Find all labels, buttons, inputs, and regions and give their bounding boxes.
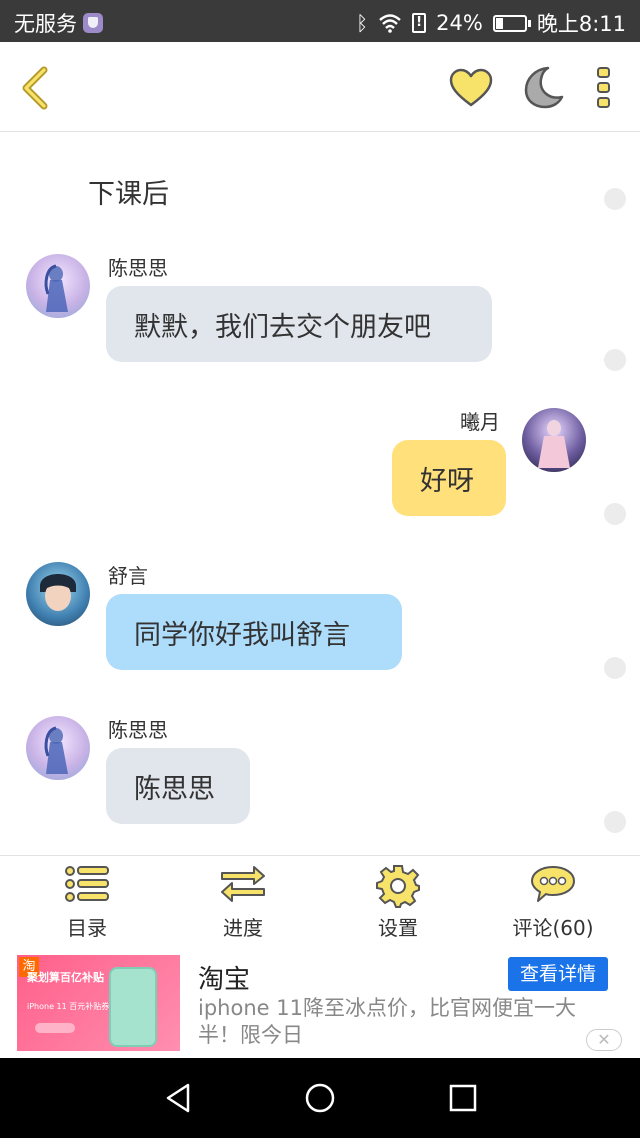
sender-name: 舒言 (108, 564, 148, 588)
nav-label: 目录 (67, 916, 107, 940)
avatar-figure-icon (40, 574, 76, 611)
avatar-figure-icon (44, 726, 68, 774)
comment-dot[interactable] (604, 349, 626, 371)
ad-banner[interactable]: 淘 聚划算百亿补贴 iPhone 11 百元补贴券 淘宝 iphone 11降至… (0, 945, 640, 1058)
chapter-title: 下课后 (88, 179, 169, 210)
ad-image-promo: 聚划算百亿补贴 (27, 971, 104, 984)
message-bubble[interactable]: 陈思思 (106, 748, 250, 824)
battery-icon (492, 14, 531, 32)
chat-area[interactable] (0, 133, 640, 855)
ad-image-sub: iPhone 11 百元补贴券 (27, 1002, 110, 1011)
swap-arrows-icon (221, 866, 265, 902)
system-nav-bar (0, 1058, 640, 1138)
vpn-shield-icon (83, 13, 103, 33)
moon-icon[interactable] (520, 64, 564, 110)
avatar-chen-sisi[interactable] (26, 716, 90, 780)
comment-icon (531, 866, 575, 902)
ad-image-pill (35, 1023, 75, 1033)
heart-icon[interactable] (448, 67, 494, 109)
reader-header (0, 42, 640, 132)
status-right: ᛒ ! 24% 晚上8:11 (356, 8, 626, 38)
carrier-label: 无服务 (14, 12, 77, 36)
status-left: 无服务 (14, 8, 103, 38)
wifi-icon (379, 14, 401, 33)
bluetooth-icon: ᛒ (356, 11, 369, 35)
comment-dot[interactable] (604, 188, 626, 210)
bottom-nav: 目录 进度 设置 评论(60) (0, 855, 640, 945)
status-bar: 无服务 ᛒ ! 24% 晚上8:11 (0, 0, 640, 42)
more-vertical-icon[interactable] (594, 66, 614, 110)
avatar-figure-icon (44, 264, 68, 312)
battery-percent: 24% (436, 11, 483, 35)
phone-image-icon (109, 967, 157, 1047)
avatar-figure-icon (538, 420, 570, 468)
nav-comments[interactable]: 评论(60) (473, 856, 633, 946)
ad-title[interactable]: 淘宝 (198, 959, 250, 996)
comment-dot[interactable] (604, 657, 626, 679)
gear-icon (376, 865, 420, 908)
message-bubble[interactable]: 默默，我们去交个朋友吧 (106, 286, 492, 362)
comment-dot[interactable] (604, 811, 626, 833)
avatar-xiyue[interactable] (522, 408, 586, 472)
nav-label: 进度 (223, 916, 263, 940)
avatar-chen-sisi[interactable] (26, 254, 90, 318)
alert-icon: ! (412, 13, 427, 33)
recents-square-icon[interactable] (448, 1083, 478, 1113)
message-bubble[interactable]: 同学你好我叫舒言 (106, 594, 402, 670)
nav-label: 评论(60) (512, 916, 594, 940)
nav-label: 设置 (378, 916, 418, 940)
avatar-shu-yan[interactable] (26, 562, 90, 626)
battery-level (495, 17, 503, 29)
nav-progress[interactable]: 进度 (163, 856, 323, 946)
clock: 晚上8:11 (536, 12, 626, 36)
ad-close-button[interactable]: ✕ (586, 1029, 622, 1051)
sender-name: 曦月 (460, 410, 500, 434)
sender-name: 陈思思 (108, 718, 168, 742)
nav-settings[interactable]: 设置 (318, 856, 478, 946)
back-chevron-icon[interactable] (18, 66, 50, 110)
ad-image[interactable]: 淘 聚划算百亿补贴 iPhone 11 百元补贴券 (17, 955, 180, 1051)
message-bubble[interactable]: 好呀 (392, 440, 506, 516)
ad-description[interactable]: iphone 11降至冰点价，比官网便宜一大半！限今日 (198, 995, 608, 1049)
back-triangle-icon[interactable] (163, 1082, 193, 1114)
ad-cta-button[interactable]: 查看详情 (508, 957, 608, 991)
home-circle-icon[interactable] (304, 1082, 336, 1114)
sender-name: 陈思思 (108, 256, 168, 280)
comment-dot[interactable] (604, 503, 626, 525)
list-icon (65, 866, 109, 902)
nav-contents[interactable]: 目录 (7, 856, 167, 946)
